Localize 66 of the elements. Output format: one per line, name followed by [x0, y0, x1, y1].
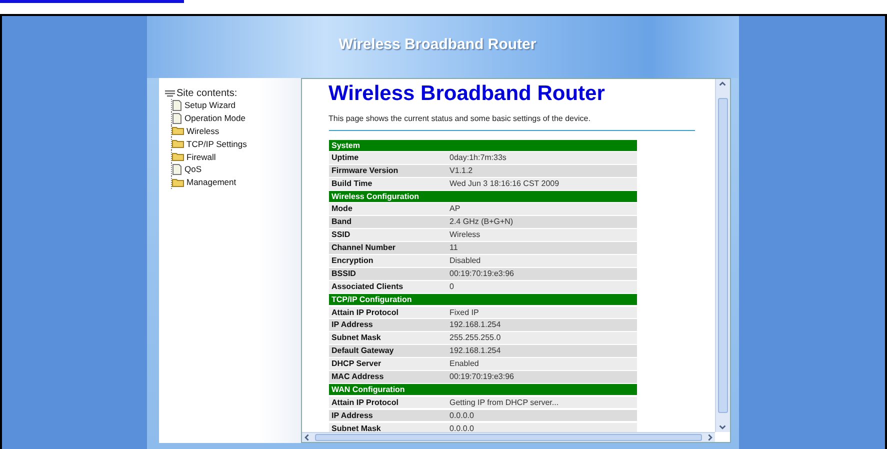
scroll-right-icon[interactable]: [706, 433, 714, 442]
field-label: Subnet Mask: [330, 422, 382, 432]
field-label: Mode: [330, 203, 354, 215]
section-header: System: [328, 140, 636, 151]
field-value: 192.168.1.254: [450, 345, 502, 357]
sidebar-item[interactable]: QoS: [170, 162, 300, 176]
field-label: IP Address: [330, 319, 374, 332]
banner-title: Wireless Broadband Router: [338, 36, 536, 52]
field-value: 0: [450, 281, 455, 293]
field-value: 11: [450, 242, 459, 254]
document-icon: [172, 112, 182, 124]
folder-icon: [172, 152, 184, 162]
vertical-scrollbar[interactable]: [714, 79, 730, 432]
field-label: Subnet Mask: [330, 332, 382, 344]
sidebar-item[interactable]: Wireless: [170, 124, 300, 138]
sidebar-item[interactable]: Operation Mode: [170, 112, 300, 125]
sidebar-item[interactable]: Management: [170, 176, 300, 189]
field-label: Associated Clients: [330, 281, 404, 293]
document-icon: [172, 164, 182, 175]
field-label: Firmware Version: [330, 165, 400, 177]
section-header: TCP/IP Configuration: [328, 294, 636, 306]
field-value: Wireless: [450, 229, 482, 241]
field-label: DHCP Server: [330, 358, 382, 370]
field-label: Band: [330, 216, 352, 228]
folder-icon: [172, 139, 184, 148]
field-label: MAC Address: [330, 371, 385, 383]
field-value: 0.0.0.0: [450, 422, 475, 432]
field-value: Getting IP from DHCP server...: [450, 396, 560, 408]
sidebar-item[interactable]: TCP/IP Settings: [170, 137, 300, 150]
section-header: WAN Configuration: [328, 384, 636, 396]
field-value: 00:19:70:19:e3:96: [450, 268, 516, 280]
field-label: Build Time: [330, 178, 374, 190]
sidebar-item[interactable]: Firewall: [170, 150, 300, 163]
field-value: 00:19:70:19:e3:96: [450, 371, 516, 383]
section-header: Wireless Configuration: [328, 190, 636, 202]
scroll-down-icon[interactable]: [718, 423, 727, 432]
field-label: Channel Number: [330, 242, 397, 254]
folder-icon: [172, 178, 184, 187]
page-title: Wireless Broadband Router: [328, 82, 606, 106]
field-value: Enabled: [450, 358, 480, 370]
folder-icon: [172, 126, 184, 136]
horizontal-scrollbar[interactable]: [302, 432, 714, 442]
field-label: Default Gateway: [330, 345, 395, 357]
document-icon: [172, 100, 182, 111]
sidebar-heading: Site contents:: [176, 88, 238, 99]
field-label: Attain IP Protocol: [330, 396, 400, 408]
field-label: BSSID: [330, 268, 357, 280]
field-value: 2.4 GHz (B+G+N): [450, 216, 514, 228]
field-label: Encryption: [330, 255, 374, 267]
field-value: V1.1.2: [450, 165, 474, 177]
field-label: Attain IP Protocol: [330, 306, 400, 318]
scroll-up-icon[interactable]: [718, 79, 727, 88]
field-label: IP Address: [330, 410, 374, 422]
field-value: 0.0.0.0: [450, 410, 475, 422]
sidebar-item[interactable]: Setup Wizard: [170, 99, 300, 112]
field-label: Uptime: [330, 152, 360, 164]
field-label: SSID: [330, 229, 352, 241]
field-value: Wed Jun 3 18:16:16 CST 2009: [450, 178, 560, 190]
field-value: Disabled: [450, 255, 482, 267]
field-value: 192.168.1.254: [450, 319, 502, 332]
tree-root-icon: [164, 90, 174, 97]
field-value: 0day:1h:7m:33s: [450, 152, 508, 164]
field-value: AP: [450, 203, 462, 215]
field-value: 255.255.255.0: [450, 332, 502, 344]
page-description: This page shows the current status and some basic settings of the device.: [328, 114, 592, 123]
field-value: Fixed IP: [450, 306, 480, 318]
